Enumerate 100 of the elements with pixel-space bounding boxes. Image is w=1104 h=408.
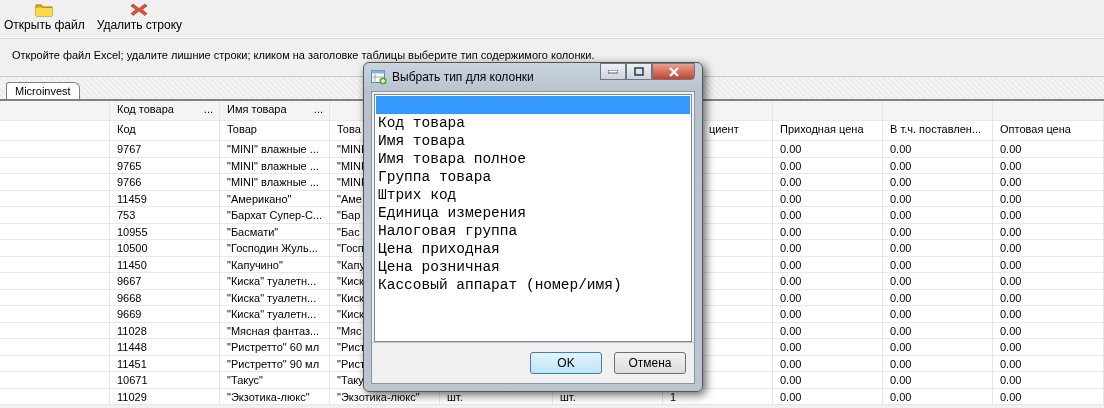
table-cell: 0.00 [1000,143,1022,155]
table-cell: "Бархат Супер-С... [227,209,322,221]
column-type-button[interactable]: ... [203,103,213,115]
table-cell: 0.00 [1000,275,1022,287]
table-cell: 0.00 [1000,291,1022,304]
table-cell: "Басмати" [227,225,279,238]
table-cell: "MINI [337,176,365,188]
table-cell: 0.00 [890,225,912,238]
table-cell: 0.00 [780,275,802,287]
table-cell: "MINI [337,159,365,172]
table-cell: 9667 [117,275,142,287]
list-item[interactable]: Штрих код [376,186,690,204]
list-item[interactable]: Единица измерения [376,204,690,222]
maximize-icon[interactable] [634,67,644,76]
table-cell: 0.00 [1000,341,1022,353]
column-type-button[interactable]: ... [313,103,323,115]
table-cell: 0.00 [890,357,912,370]
cancel-button[interactable]: Отмена [614,352,686,374]
table-cell: 0.00 [890,143,912,155]
ok-button[interactable]: OK [530,352,602,374]
table-cell: 0.00 [780,209,802,221]
column-type-label: Имя товара [227,103,287,115]
list-item[interactable]: Имя товара [376,132,690,150]
table-cell: "Экзотика-люкс" [337,390,420,403]
table-cell: "Рист [337,341,365,353]
table-cell: 0.00 [780,308,802,320]
list-item[interactable]: Кассовый аппарат (номер/имя) [376,276,690,294]
table-cell: 0.00 [1000,242,1022,254]
table-cell: 0.00 [780,324,802,337]
table-cell: 0.00 [1000,357,1022,370]
table-cell: 1 [670,390,677,403]
toolbar-button[interactable]: Удалить строку [96,2,183,37]
list-item[interactable]: Группа товара [376,168,690,186]
table-cell: 11459 [117,192,147,205]
table-cell: "MINI" влажные ... [227,143,319,155]
table-cell: 11029 [117,390,147,403]
table-cell: "MINI [337,143,365,155]
toolbar-button[interactable]: Открыть файл [4,2,85,37]
table-cell: "Капучино" [227,258,283,271]
table-cell: "Аме [337,192,362,205]
table-cell: 0.00 [1000,308,1022,320]
column-header[interactable]: циент [709,123,739,135]
minimize-icon[interactable] [608,69,618,74]
column-header[interactable]: Приходная цена [780,123,864,135]
table-cell: 0.00 [780,192,802,205]
table-cell: "Такус" [227,374,263,386]
table-cell: 0.00 [890,374,912,386]
list-item[interactable]: Налоговая группа [376,222,690,240]
table-cell: "Мясная фантаз... [227,324,320,337]
table-cell: "Киск [337,308,364,320]
table-cell: "Госп [337,242,364,254]
table-cell: 11450 [117,258,147,271]
table-cell: 0.00 [890,192,912,205]
table-cell: 0.00 [890,209,912,221]
table-cell: 0.00 [1000,225,1022,238]
table-cell: "MINI" влажные ... [227,176,319,188]
column-header[interactable]: Това [337,123,361,135]
table-cell: 0.00 [780,225,802,238]
column-header[interactable]: Товар [227,123,257,135]
column-header[interactable]: Оптовая цена [1000,123,1071,135]
list-item[interactable]: Имя товара полное [376,150,690,168]
column-header[interactable]: Код [117,123,136,135]
table-cell: "Киск [337,275,364,287]
table-cell: 10955 [117,225,148,238]
table-cell: "Господин Жуль... [227,242,318,254]
table-cell: 0.00 [1000,374,1022,386]
table-cell: 0.00 [890,242,912,254]
column-header[interactable]: В т.ч. поставлен... [890,123,982,135]
table-cell: "Ристретто" 60 мл [227,341,320,353]
table-cell: 0.00 [1000,192,1022,205]
table-cell: "Бар [337,209,361,221]
table-cell: 753 [117,209,136,221]
list-item[interactable]: Код товара [376,114,690,132]
table-cell: 0.00 [1000,176,1022,188]
table-cell: "Экзотика-люкс" [227,390,310,403]
table-cell: шт. [560,390,576,403]
table-cell: "Бас [337,225,360,238]
table-cell: "Американо" [227,192,292,205]
table-cell: "Мяс [337,324,362,337]
delete-icon [130,2,149,17]
list-item[interactable]: Цена приходная [376,240,690,258]
tab[interactable]: Microinvest [6,82,80,99]
table-cell: 9766 [117,176,142,188]
table-cell: "Рист [337,357,365,370]
table-cell: "Ристретто" 90 мл [227,357,320,370]
close-icon[interactable] [667,66,680,77]
table-cell: 0.00 [890,159,912,172]
table-cell: 0.00 [890,176,912,188]
folder-icon [35,2,54,17]
table-cell: 11451 [117,357,147,370]
table-cell: "Киск [337,291,364,304]
table-cell: 9669 [117,308,142,320]
list-item[interactable]: Цена розничная [376,258,690,276]
table-cell: "Киска" туалетн... [227,291,317,304]
table-cell: 9767 [117,143,142,155]
table-cell: 0.00 [780,341,802,353]
table-cell: 0.00 [1000,390,1022,403]
table-cell: 0.00 [780,390,802,403]
table-cell: 0.00 [1000,258,1022,271]
table-cell: 0.00 [780,159,802,172]
